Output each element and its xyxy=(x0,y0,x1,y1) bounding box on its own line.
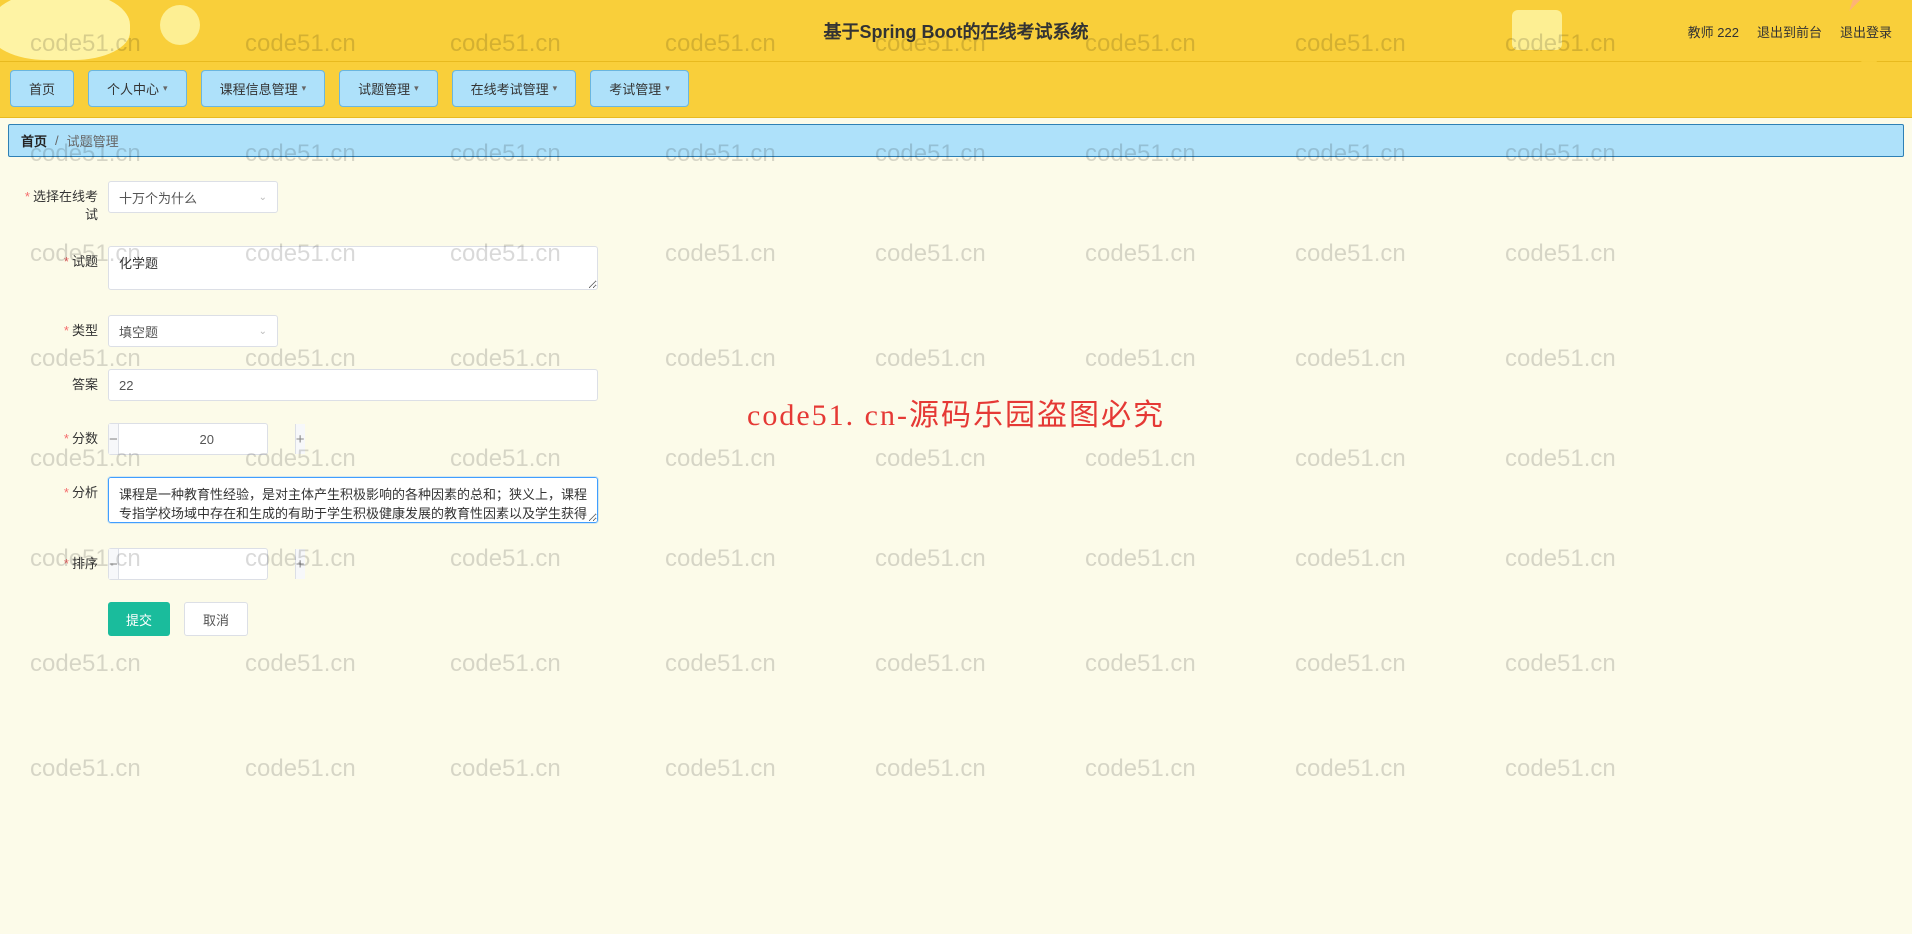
chevron-down-icon: ▾ xyxy=(414,83,419,94)
score-value[interactable] xyxy=(119,424,295,454)
form-actions: 提交 取消 xyxy=(108,602,618,636)
label-order: *排序 xyxy=(18,548,108,573)
nav-personal-label: 个人中心 xyxy=(107,79,159,98)
nav-course[interactable]: 课程信息管理 ▾ xyxy=(201,70,326,107)
select-exam-value: 十万个为什么 xyxy=(119,188,197,207)
field-type: *类型 填空题 ⌄ xyxy=(18,315,618,347)
type-dropdown[interactable]: 填空题 ⌄ xyxy=(108,315,278,347)
field-analysis: *分析 xyxy=(18,477,618,526)
header-deco xyxy=(160,5,200,45)
score-decrease-button[interactable]: − xyxy=(109,424,119,454)
order-value[interactable] xyxy=(119,549,295,579)
watermark-text: code51.cn xyxy=(1295,755,1406,783)
label-type: *类型 xyxy=(18,315,108,340)
score-increase-button[interactable]: + xyxy=(295,424,305,454)
field-order: *排序 − + xyxy=(18,548,618,580)
watermark-text: code51.cn xyxy=(1505,755,1616,783)
breadcrumb: 首页 / 试题管理 xyxy=(8,124,1904,157)
label-analysis: *分析 xyxy=(18,477,108,502)
select-exam-dropdown[interactable]: 十万个为什么 ⌄ xyxy=(108,181,278,213)
answer-input[interactable] xyxy=(108,369,598,401)
main-nav: 首页 个人中心 ▾ 课程信息管理 ▾ 试题管理 ▾ 在线考试管理 ▾ 考试管理 … xyxy=(0,62,1912,118)
nav-question[interactable]: 试题管理 ▾ xyxy=(339,70,438,107)
watermark-text: code51.cn xyxy=(1085,755,1196,783)
chevron-down-icon: ▾ xyxy=(302,83,307,94)
header-deco xyxy=(1512,10,1562,50)
breadcrumb-wrap: 首页 / 试题管理 xyxy=(8,124,1904,157)
field-answer: 答案 xyxy=(18,369,618,401)
cancel-button[interactable]: 取消 xyxy=(184,602,248,636)
chevron-down-icon: ⌄ xyxy=(259,326,267,337)
nav-question-label: 试题管理 xyxy=(358,79,410,98)
field-score: *分数 − + xyxy=(18,423,618,455)
order-decrease-button[interactable]: − xyxy=(109,549,119,579)
field-select-exam: *选择在线考试 十万个为什么 ⌄ xyxy=(18,181,618,224)
content-area: *选择在线考试 十万个为什么 ⌄ *试题 *类型 xyxy=(0,157,1912,660)
watermark-text: code51.cn xyxy=(30,755,141,783)
label-score: *分数 xyxy=(18,423,108,448)
order-stepper[interactable]: − + xyxy=(108,548,268,580)
breadcrumb-separator: / xyxy=(55,133,59,148)
label-question: *试题 xyxy=(18,246,108,271)
nav-home[interactable]: 首页 xyxy=(10,70,74,107)
watermark-text: code51.cn xyxy=(450,755,561,783)
nav-online-exam[interactable]: 在线考试管理 ▾ xyxy=(452,70,577,107)
type-value: 填空题 xyxy=(119,322,158,341)
back-to-front-link[interactable]: 退出到前台 xyxy=(1757,22,1822,41)
chevron-down-icon: ▾ xyxy=(665,83,670,94)
app-title: 基于Spring Boot的在线考试系统 xyxy=(824,18,1089,44)
header-bar: 基于Spring Boot的在线考试系统 教师 222 退出到前台 退出登录 xyxy=(0,0,1912,62)
nav-exam[interactable]: 考试管理 ▾ xyxy=(590,70,689,107)
nav-home-label: 首页 xyxy=(29,79,55,98)
breadcrumb-home[interactable]: 首页 xyxy=(21,131,47,150)
score-stepper[interactable]: − + xyxy=(108,423,268,455)
watermark-text: code51.cn xyxy=(875,755,986,783)
submit-button[interactable]: 提交 xyxy=(108,602,170,636)
field-question: *试题 xyxy=(18,246,618,293)
question-textarea[interactable] xyxy=(108,246,598,290)
nav-personal[interactable]: 个人中心 ▾ xyxy=(88,70,187,107)
question-form: *选择在线考试 十万个为什么 ⌄ *试题 *类型 xyxy=(18,181,618,636)
chevron-down-icon: ▾ xyxy=(163,83,168,94)
nav-online-exam-label: 在线考试管理 xyxy=(471,79,549,98)
label-select-exam: *选择在线考试 xyxy=(18,181,108,224)
chevron-down-icon: ⌄ xyxy=(259,192,267,203)
nav-course-label: 课程信息管理 xyxy=(220,79,298,98)
breadcrumb-current: 试题管理 xyxy=(67,131,119,150)
watermark-text: code51.cn xyxy=(665,755,776,783)
order-increase-button[interactable]: + xyxy=(295,549,305,579)
header-right: 教师 222 退出到前台 退出登录 xyxy=(1688,0,1892,62)
logout-link[interactable]: 退出登录 xyxy=(1840,22,1892,41)
label-answer: 答案 xyxy=(18,369,108,394)
analysis-textarea[interactable] xyxy=(108,477,598,523)
watermark-text: code51.cn xyxy=(245,755,356,783)
nav-exam-label: 考试管理 xyxy=(609,79,661,98)
header-deco xyxy=(0,0,130,60)
user-label[interactable]: 教师 222 xyxy=(1688,22,1739,41)
chevron-down-icon: ▾ xyxy=(553,83,558,94)
